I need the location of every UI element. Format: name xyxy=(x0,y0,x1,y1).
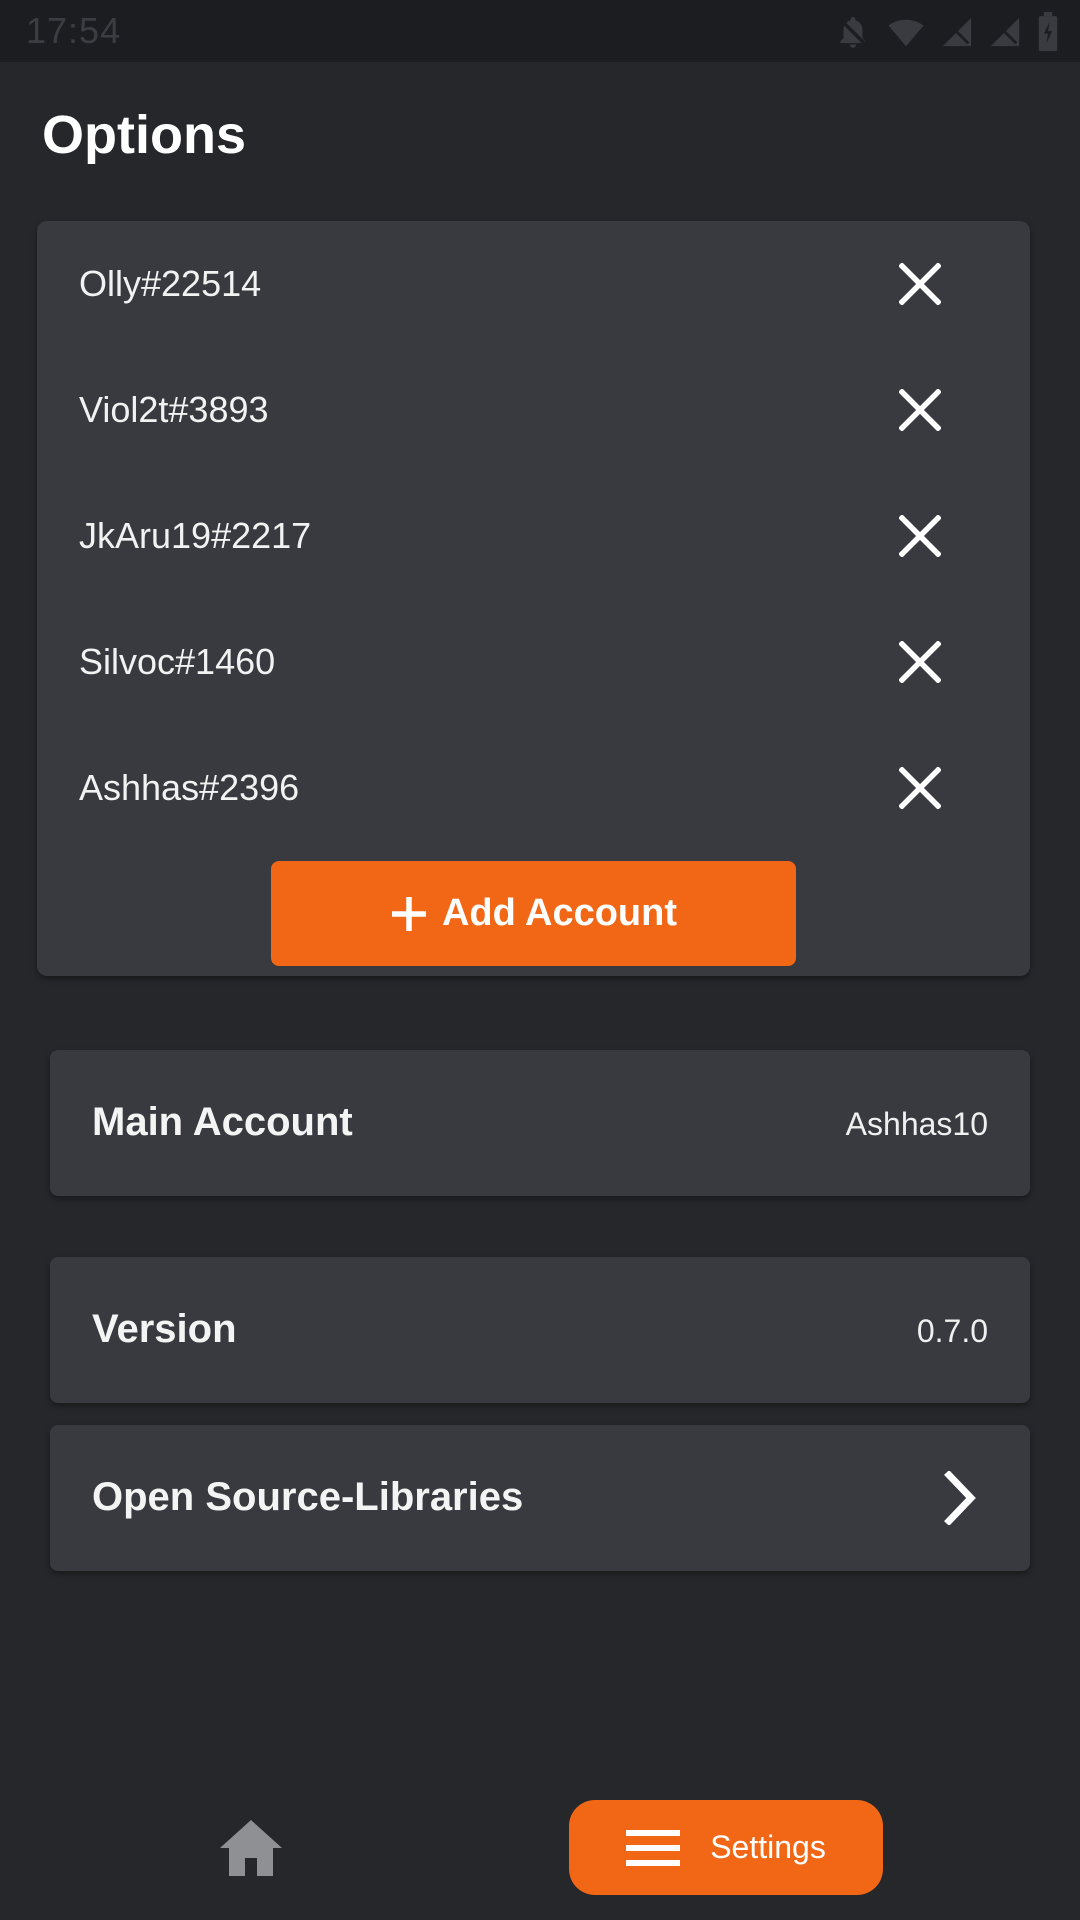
add-account-label: Add Account xyxy=(441,892,677,934)
version-row: Version 0.7.0 xyxy=(50,1257,1030,1403)
home-button[interactable] xyxy=(218,1818,284,1878)
close-icon xyxy=(899,641,941,683)
open-source-libraries-row[interactable]: Open Source-Libraries xyxy=(50,1425,1030,1571)
page-title: Options xyxy=(42,105,246,165)
main-account-row[interactable]: Main Account Ashhas10 xyxy=(50,1050,1030,1196)
account-row: JkAru19#2217 xyxy=(37,473,1030,599)
wifi-icon xyxy=(888,19,924,47)
remove-account-button[interactable] xyxy=(889,253,951,315)
remove-account-button[interactable] xyxy=(889,505,951,567)
chevron-right-icon xyxy=(944,1471,976,1525)
account-row: Ashhas#2396 xyxy=(37,725,1030,851)
close-icon xyxy=(899,263,941,305)
remove-account-button[interactable] xyxy=(889,631,951,693)
status-time: 17:54 xyxy=(26,10,122,51)
close-icon xyxy=(899,767,941,809)
accounts-card: Olly#22514 Viol2t#3893 JkAru19#2217 Silv… xyxy=(37,221,1030,976)
status-bar: 17:54 xyxy=(0,0,1080,62)
settings-nav-label: Settings xyxy=(710,1829,826,1865)
account-name: Silvoc#1460 xyxy=(79,641,276,682)
bottom-navigation: Settings xyxy=(0,1780,1080,1920)
notifications-off-icon xyxy=(837,16,869,48)
plus-icon xyxy=(391,896,426,931)
remove-account-button[interactable] xyxy=(889,757,951,819)
account-row: Olly#22514 xyxy=(37,221,1030,347)
battery-icon xyxy=(1038,12,1058,52)
close-icon xyxy=(899,389,941,431)
close-icon xyxy=(899,515,941,557)
remove-account-button[interactable] xyxy=(889,379,951,441)
account-name: Olly#22514 xyxy=(79,263,262,304)
account-row: Viol2t#3893 xyxy=(37,347,1030,473)
home-icon xyxy=(220,1820,282,1876)
signal-icon xyxy=(942,17,972,47)
main-account-label: Main Account xyxy=(92,1100,353,1144)
main-account-value: Ashhas10 xyxy=(845,1106,988,1142)
account-name: Viol2t#3893 xyxy=(79,389,269,430)
version-label: Version xyxy=(92,1307,237,1351)
open-source-libraries-label: Open Source-Libraries xyxy=(92,1475,524,1519)
menu-icon xyxy=(626,1829,681,1866)
account-name: JkAru19#2217 xyxy=(79,515,312,556)
add-account-button[interactable]: Add Account xyxy=(271,861,796,966)
version-value: 0.7.0 xyxy=(916,1313,988,1349)
status-icons xyxy=(834,12,1060,52)
account-name: Ashhas#2396 xyxy=(79,767,300,808)
signal-icon-2 xyxy=(990,17,1020,47)
account-row: Silvoc#1460 xyxy=(37,599,1030,725)
settings-nav-button[interactable]: Settings xyxy=(569,1800,883,1895)
